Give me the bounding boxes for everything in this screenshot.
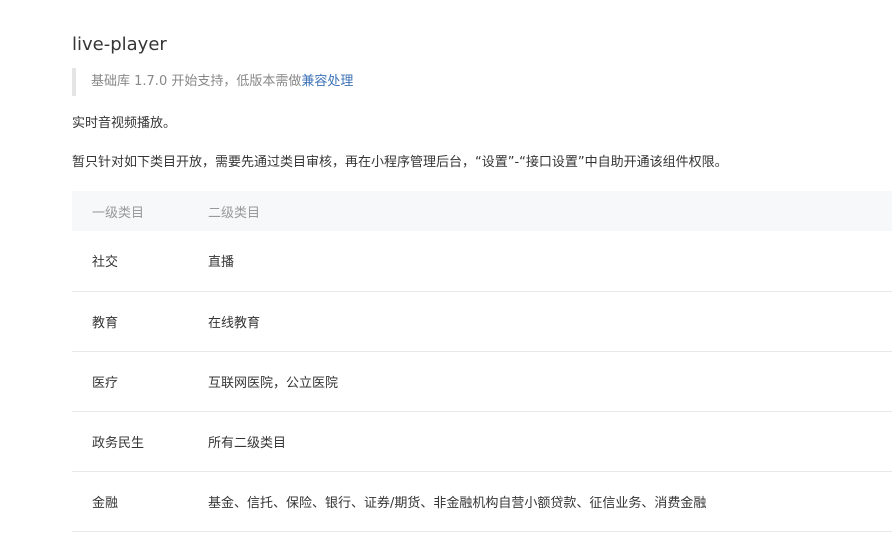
compatibility-link[interactable]: 兼容处理 (301, 74, 353, 89)
cell-level1: 社交 (92, 255, 119, 271)
cell-level2: 基金、信托、保险、银行、证券/期货、非金融机构自营小额贷款、征信业务、消费金融 (208, 495, 707, 511)
category-table-body: 社交 直播 教育 在线教育 医疗 互联网医院，公立医院 政务民生 所有二级类目 … (72, 231, 892, 531)
header-level2-category: 二级类目 (208, 205, 261, 221)
cell-level1: 金融 (92, 495, 119, 511)
cell-level1: 教育 (92, 315, 119, 331)
table-row: 教育 在线教育 (72, 291, 892, 351)
cell-level2: 在线教育 (208, 315, 261, 331)
cell-level2: 互联网医院，公立医院 (208, 375, 339, 391)
table-row: 医疗 互联网医院，公立医院 (72, 351, 892, 411)
version-note: 基础库 1.7.0 开始支持，低版本需做兼容处理 (72, 68, 353, 96)
category-restriction-note: 暂只针对如下类目开放，需要先通过类目审核，再在小程序管理后台，“设置”-“接口设… (72, 155, 728, 170)
category-table: 一级类目 二级类目 社交 直播 教育 在线教育 医疗 互联网医院，公立医院 政务… (72, 191, 892, 532)
cell-level2: 直播 (208, 255, 235, 271)
table-row: 金融 基金、信托、保险、银行、证券/期货、非金融机构自营小额贷款、征信业务、消费… (72, 471, 892, 531)
table-row: 社交 直播 (72, 231, 892, 291)
component-description: 实时音视频播放。 (72, 116, 177, 131)
cell-level2: 所有二级类目 (208, 435, 287, 451)
version-note-text: 基础库 1.7.0 开始支持，低版本需做 (91, 74, 302, 89)
table-header-row: 一级类目 二级类目 (72, 191, 892, 231)
page-title: live-player (72, 34, 167, 55)
header-level1-category: 一级类目 (92, 205, 145, 221)
cell-level1: 医疗 (92, 375, 119, 391)
table-row: 政务民生 所有二级类目 (72, 411, 892, 471)
category-table-header: 一级类目 二级类目 (72, 191, 892, 231)
cell-level1: 政务民生 (92, 435, 145, 451)
